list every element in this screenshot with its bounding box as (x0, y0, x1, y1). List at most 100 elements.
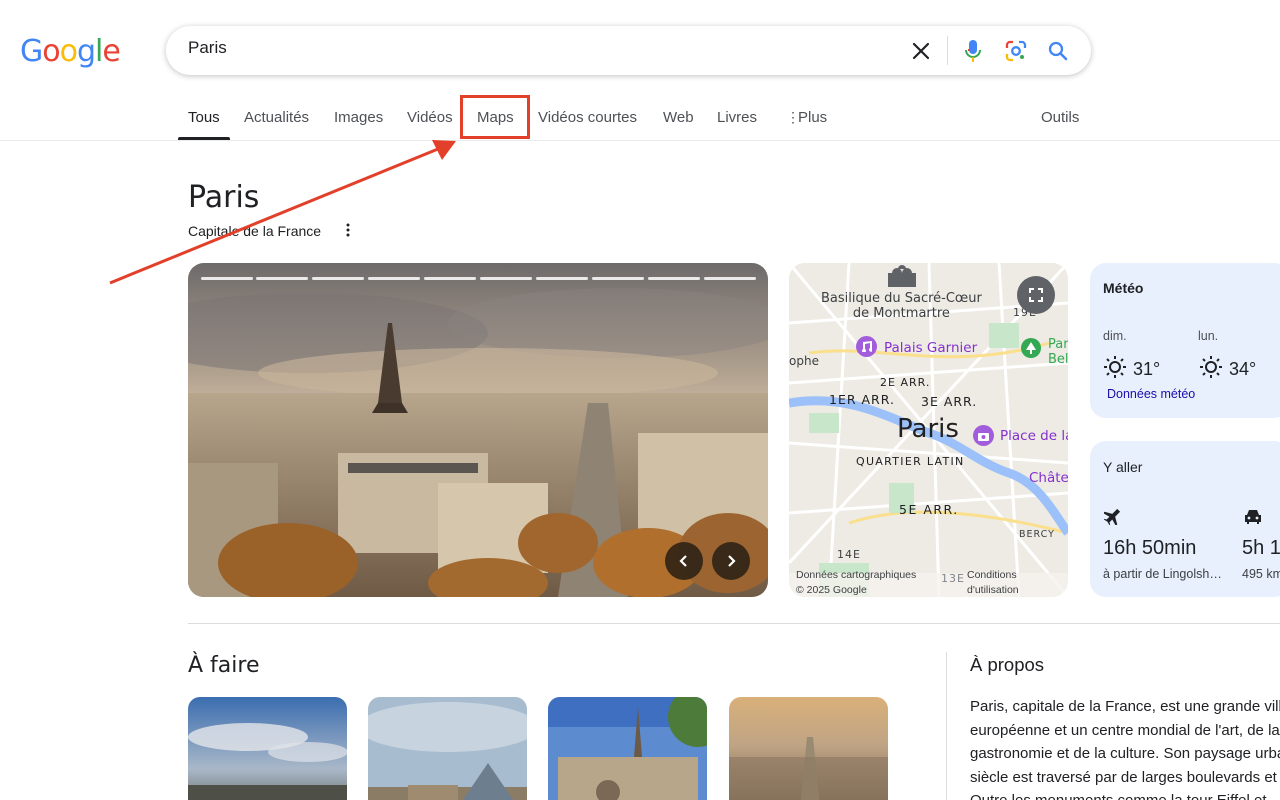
todo-heading: À faire (188, 653, 260, 678)
flight-origin: à partir de Lingolsh… (1103, 567, 1222, 581)
search-tabs: Tous Actualités Images Vidéos Maps Vidéo… (0, 95, 1280, 141)
carousel-progress (704, 277, 756, 280)
map-label-sacre-coeur: Basilique du Sacré-Cœur de Montmartre (821, 291, 982, 321)
logo-letter: o (59, 34, 78, 69)
map-label-bercy: BERCY (1019, 529, 1055, 540)
logo-letter: o (42, 34, 60, 69)
about-line: gastronomie et de la culture. Son paysag… (970, 745, 1280, 762)
map-label-edge: ophe (789, 354, 819, 368)
tab-livres[interactable]: Livres (717, 109, 757, 126)
logo-letter: g (76, 34, 96, 69)
tab-actualites[interactable]: Actualités (244, 109, 309, 126)
carousel-next-button[interactable] (712, 542, 750, 580)
active-tab-indicator (178, 137, 230, 140)
map-label-palais-garnier: Palais Garnier (884, 340, 978, 356)
carousel-progress (312, 277, 364, 280)
carousel-prev-button[interactable] (665, 542, 703, 580)
car-icon (1244, 509, 1262, 525)
map-label-paris: Paris (897, 414, 959, 444)
theater-icon (856, 336, 877, 357)
tab-plus-label: Plus (798, 109, 828, 126)
search-input[interactable] (188, 38, 888, 58)
search-box (166, 26, 1091, 75)
mic-icon[interactable] (960, 38, 986, 64)
logo-letter: l (95, 34, 103, 69)
about-line: Outre les monuments comme la tour Eiffel… (970, 789, 1280, 800)
close-icon[interactable] (908, 38, 934, 64)
section-divider (188, 623, 1280, 624)
flight-time: 16h 50min (1103, 537, 1197, 559)
chevron-right-icon (728, 555, 736, 567)
entity-subtitle: Capitale de la France (188, 223, 322, 239)
travel-title: Y aller (1103, 459, 1143, 475)
paris-map[interactable]: Basilique du Sacré-Cœur de Montmartre Pa… (789, 263, 1068, 597)
more-options-icon[interactable] (343, 222, 353, 238)
search-icon[interactable] (1045, 38, 1071, 64)
tab-videos[interactable]: Vidéos (407, 109, 453, 126)
weather-data-link[interactable]: Données météo (1107, 387, 1195, 401)
tab-images[interactable]: Images (334, 109, 383, 126)
car-time: 5h 1 (1242, 537, 1280, 559)
carousel-progress (368, 277, 420, 280)
about-line: siècle est traversé par de larges boulev… (970, 768, 1277, 786)
todo-thumbnail[interactable] (729, 697, 888, 800)
park-icon (1021, 338, 1041, 358)
car-distance: 495 km (1242, 567, 1280, 581)
about-line: européenne et un centre mondial de l'art… (970, 721, 1280, 739)
map-label-3e: 3E ARR. (921, 394, 978, 409)
map-label-chateau: Châte (1029, 470, 1068, 486)
about-description: Paris, capitale de la France, est une gr… (970, 695, 1280, 800)
maps-tab-highlight (460, 95, 530, 139)
weather-title: Météo (1103, 280, 1144, 296)
weather-temp-2: 34° (1229, 359, 1257, 379)
logo-letter: e (102, 34, 120, 69)
map-terms-link[interactable]: Conditions d'utilisation (967, 568, 1019, 597)
about-heading: À propos (970, 654, 1045, 675)
search-divider (947, 36, 948, 65)
carousel-progress (256, 277, 308, 280)
weather-temp-1: 31° (1133, 359, 1161, 379)
weather-day-2: lun. (1198, 329, 1219, 343)
map-attribution: Données cartographiques © 2025 Google (796, 569, 917, 596)
travel-card[interactable]: Y aller 16h 50min à partir de Lingolsh… … (1090, 441, 1280, 597)
carousel-progress (480, 277, 532, 280)
landmark-icon (973, 425, 994, 446)
map-label-latin: QUARTIER LATIN (856, 455, 965, 468)
carousel-progress (536, 277, 588, 280)
sun-icon (1199, 355, 1223, 379)
carousel-progress (648, 277, 700, 280)
basilica-icon (884, 263, 920, 287)
map-label-1er: 1ER ARR. (829, 392, 895, 407)
about-line: Paris, capitale de la France, est une gr… (970, 698, 1280, 715)
todo-thumbnail[interactable] (368, 697, 527, 800)
map-expand-button[interactable] (1017, 276, 1055, 314)
logo-letter: G (20, 34, 43, 69)
map-label-14e: 14E (837, 548, 861, 561)
more-vert-icon: ⋮ (786, 109, 800, 125)
airplane-icon (1103, 507, 1122, 526)
carousel-progress (201, 277, 253, 280)
sun-icon (1103, 355, 1127, 379)
column-divider (946, 652, 947, 800)
tab-plus[interactable]: ⋮Plus (786, 109, 827, 126)
weather-card[interactable]: Météo dim. lun. 31° 34° Données météo (1090, 263, 1280, 418)
tab-videos-courtes[interactable]: Vidéos courtes (538, 109, 637, 126)
tools-button[interactable]: Outils (1041, 109, 1079, 126)
map-label-park-2: Bel (1048, 352, 1068, 367)
tab-web[interactable]: Web (663, 109, 694, 126)
tab-tous[interactable]: Tous (188, 109, 220, 126)
map-label-5e: 5E ARR. (899, 502, 959, 517)
carousel-progress (592, 277, 644, 280)
carousel-progress (424, 277, 476, 280)
expand-icon (1029, 288, 1043, 302)
lens-icon[interactable] (1003, 38, 1029, 64)
google-logo[interactable]: Google (20, 34, 121, 69)
weather-day-1: dim. (1103, 329, 1127, 343)
chevron-left-icon (679, 555, 687, 567)
map-label-13e: 13E (941, 572, 965, 585)
map-label-place: Place de la (1000, 428, 1068, 444)
entity-title: Paris (188, 180, 260, 215)
todo-thumbnail[interactable] (548, 697, 707, 800)
map-label-park: Par (1048, 337, 1068, 352)
todo-thumbnail[interactable] (188, 697, 347, 800)
